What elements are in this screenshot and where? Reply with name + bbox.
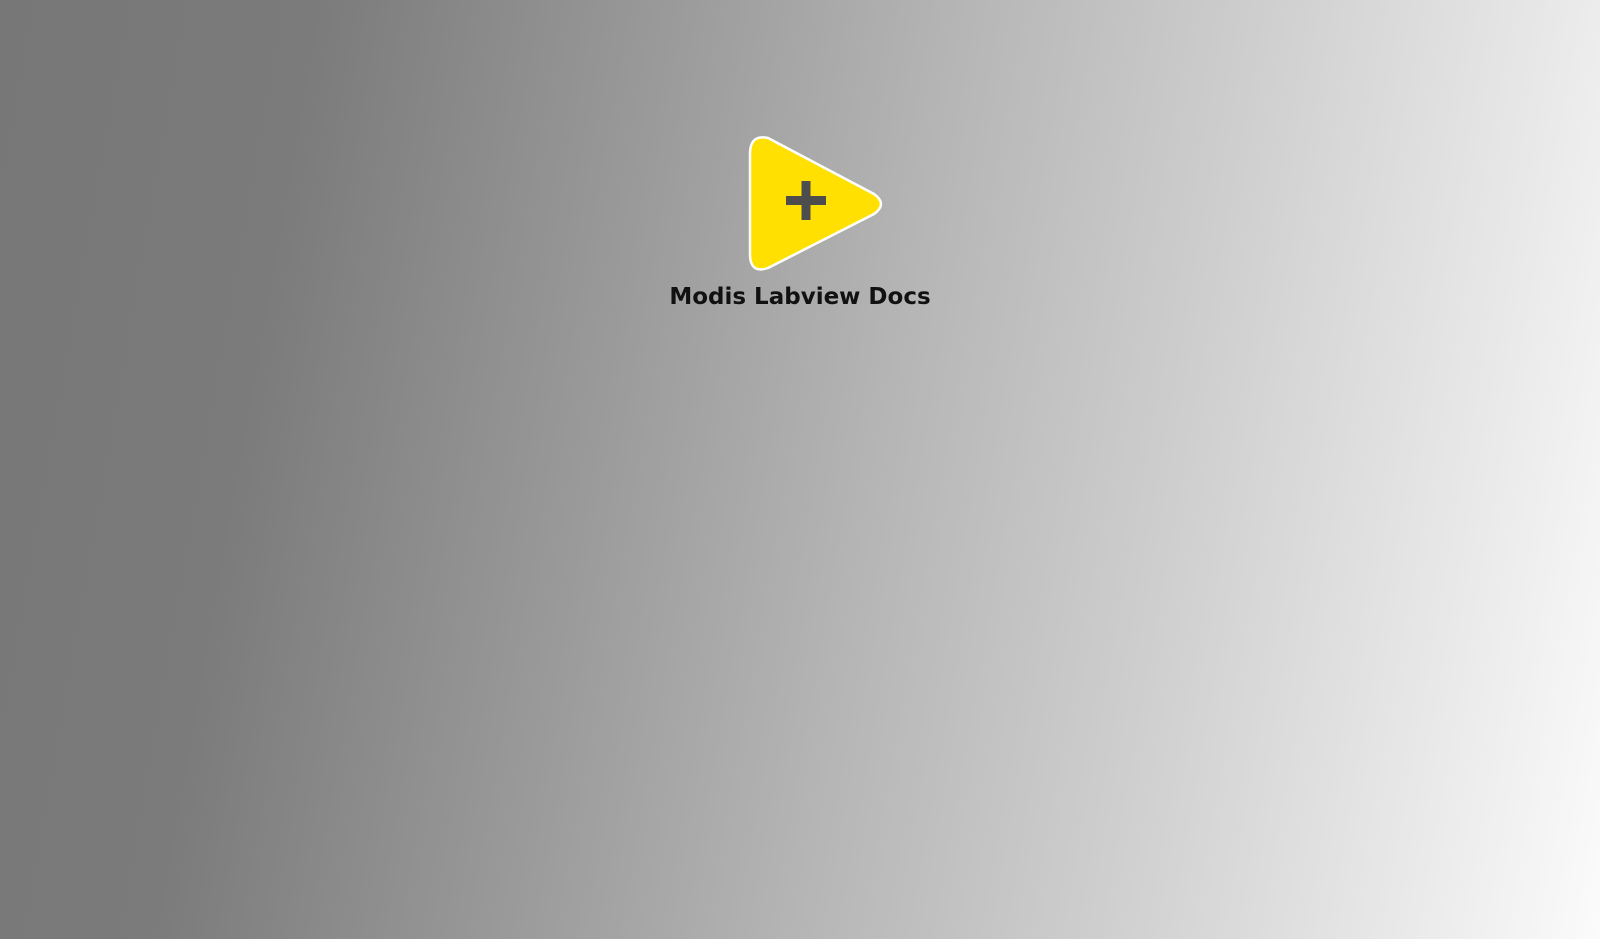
splash-screen: Modis Labview Docs — [0, 0, 1600, 939]
app-title: Modis Labview Docs — [669, 284, 931, 310]
logo-plus-vertical — [801, 181, 811, 220]
play-triangle-plus-icon — [748, 136, 883, 271]
